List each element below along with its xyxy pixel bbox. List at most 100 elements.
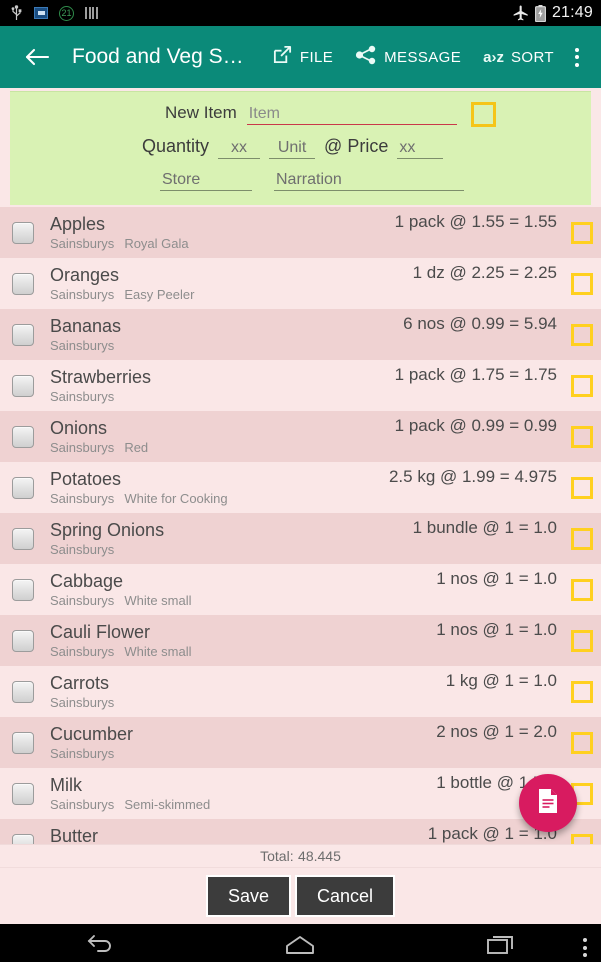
item-subtitle: Sainsburys Easy Peeler	[50, 286, 413, 303]
app-bar-actions: FILE MESSAGE a›z SORT	[261, 26, 595, 88]
item-name: Onions	[50, 417, 108, 438]
recents-nav-icon	[486, 934, 516, 961]
store-input[interactable]: Store	[160, 171, 252, 191]
item-store: Sainsburys	[50, 694, 115, 710]
item-subtitle: Sainsburys Red	[50, 439, 395, 456]
note-fab-button[interactable]	[519, 774, 577, 832]
signal-bars-icon	[85, 7, 98, 19]
item-store: Sainsburys	[50, 235, 115, 251]
table-row[interactable]: Oranges Sainsburys Easy Peeler 1 dz @ 2.25 …	[0, 258, 601, 309]
item-bought-checkbox[interactable]	[571, 272, 593, 295]
item-text-block: Strawberries Sainsburys	[50, 367, 395, 405]
table-row[interactable]: Carrots Sainsburys 1 kg @ 1 = 1.0	[0, 666, 601, 717]
item-text-block: Oranges Sainsburys Easy Peeler	[50, 265, 413, 303]
item-subtitle: Sainsburys White small	[50, 592, 436, 609]
sort-action-button[interactable]: a›z SORT	[472, 26, 565, 88]
unit-input[interactable]: Unit	[269, 139, 316, 159]
table-row[interactable]: Apples Sainsburys Royal Gala 1 pack @ 1.55 …	[0, 207, 601, 258]
item-bought-checkbox[interactable]	[571, 527, 593, 550]
item-store: Sainsburys	[50, 388, 115, 404]
item-price: 6 nos @ 0.99 = 5.94	[403, 314, 557, 333]
item-store: Sainsburys	[50, 745, 115, 761]
item-narration: White small	[124, 592, 192, 608]
item-bought-checkbox[interactable]	[571, 374, 593, 397]
item-checkbox[interactable]	[12, 221, 34, 244]
total-value: 48.445	[298, 848, 341, 864]
item-text-block: Bananas Sainsburys	[50, 316, 403, 354]
document-note-icon	[535, 787, 561, 820]
table-row[interactable]: Onions Sainsburys Red 1 pack @ 0.99 = 0.99	[0, 411, 601, 462]
item-bought-checkbox[interactable]	[571, 425, 593, 448]
status-bar-left-icons: 21	[10, 5, 512, 21]
item-price: 1 nos @ 1 = 1.0	[436, 569, 557, 588]
item-checkbox[interactable]	[12, 323, 34, 346]
nav-overflow-icon[interactable]	[583, 938, 587, 957]
item-narration: Royal Gala	[124, 235, 189, 251]
item-bought-checkbox[interactable]	[571, 476, 593, 499]
new-item-form: New Item Item Quantity xx Unit @ Price x…	[10, 91, 591, 205]
item-name: Bananas	[50, 315, 122, 336]
item-price: 1 kg @ 1 = 1.0	[445, 671, 557, 690]
new-item-row: New Item Item	[165, 103, 591, 125]
item-text-block: Milk Sainsburys Semi-skimmed	[50, 775, 436, 813]
overflow-menu-icon[interactable]	[565, 47, 595, 67]
item-subtitle: Sainsburys Semi-skimmed	[50, 796, 436, 813]
item-name: Butter	[50, 825, 99, 845]
message-action-label: MESSAGE	[384, 48, 462, 66]
quantity-input[interactable]: xx	[218, 139, 261, 159]
item-checkbox[interactable]	[12, 731, 34, 754]
item-checkbox[interactable]	[12, 578, 34, 601]
nav-recents-button[interactable]	[401, 934, 601, 961]
table-row[interactable]: ButterSainsburys1 pack @ 1 = 1.0	[0, 819, 601, 844]
table-row[interactable]: Bananas Sainsburys 6 nos @ 0.99 = 5.94	[0, 309, 601, 360]
file-action-label: FILE	[299, 48, 334, 66]
back-arrow-icon[interactable]	[18, 38, 56, 76]
item-text-block: Cauli Flower Sainsburys White small	[50, 622, 436, 660]
item-checkbox[interactable]	[12, 527, 34, 550]
status-bar: 21 21:49	[0, 0, 601, 26]
item-checkbox[interactable]	[12, 425, 34, 448]
narration-input[interactable]: Narration	[274, 171, 464, 191]
item-input[interactable]: Item	[246, 105, 457, 125]
item-name: Strawberries	[50, 366, 152, 387]
table-row[interactable]: Milk Sainsburys Semi-skimmed 1 bottle @ 1.5…	[0, 768, 601, 819]
item-checkbox[interactable]	[12, 476, 34, 499]
item-checkbox[interactable]	[12, 629, 34, 652]
item-price: 2.5 kg @ 1.99 = 4.975	[388, 467, 557, 486]
nav-back-button[interactable]	[0, 934, 200, 961]
item-bought-checkbox[interactable]	[571, 323, 593, 346]
item-bought-checkbox[interactable]	[571, 833, 593, 844]
item-checkbox[interactable]	[12, 272, 34, 295]
item-checkbox[interactable]	[12, 833, 34, 844]
nav-home-button[interactable]	[200, 935, 400, 960]
save-button[interactable]: Save	[205, 875, 291, 917]
item-bought-checkbox[interactable]	[571, 680, 593, 703]
table-row[interactable]: Strawberries Sainsburys 1 pack @ 1.75 = 1.…	[0, 360, 601, 411]
at-price-label: @ Price	[324, 136, 389, 156]
cancel-button[interactable]: Cancel	[295, 875, 396, 917]
table-row[interactable]: Potatoes Sainsburys White for Cooking 2.5 k…	[0, 462, 601, 513]
table-row[interactable]: Cabbage Sainsburys White small 1 nos @ 1 = …	[0, 564, 601, 615]
new-item-label: New Item	[165, 103, 237, 122]
item-narration: White small	[124, 643, 192, 659]
file-action-button[interactable]: FILE	[261, 26, 344, 88]
new-item-checkbox[interactable]	[471, 102, 496, 127]
item-name: Apples	[50, 213, 106, 234]
item-bought-checkbox[interactable]	[571, 629, 593, 652]
item-bought-checkbox[interactable]	[571, 578, 593, 601]
item-name: Spring Onions	[50, 519, 165, 540]
total-label: Total:	[260, 848, 294, 864]
item-bought-checkbox[interactable]	[571, 221, 593, 244]
item-name: Carrots	[50, 672, 110, 693]
clock: 21:49	[551, 4, 593, 21]
item-bought-checkbox[interactable]	[571, 731, 593, 754]
table-row[interactable]: Spring Onions Sainsburys 1 bundle @ 1 = 1.…	[0, 513, 601, 564]
table-row[interactable]: Cucumber Sainsburys 2 nos @ 1 = 2.0	[0, 717, 601, 768]
shopping-list[interactable]: Apples Sainsburys Royal Gala 1 pack @ 1.55 …	[0, 207, 601, 844]
price-input[interactable]: xx	[397, 139, 444, 159]
item-checkbox[interactable]	[12, 782, 34, 805]
item-checkbox[interactable]	[12, 680, 34, 703]
item-checkbox[interactable]	[12, 374, 34, 397]
table-row[interactable]: Cauli Flower Sainsburys White small 1 nos @…	[0, 615, 601, 666]
message-action-button[interactable]: MESSAGE	[344, 26, 472, 88]
